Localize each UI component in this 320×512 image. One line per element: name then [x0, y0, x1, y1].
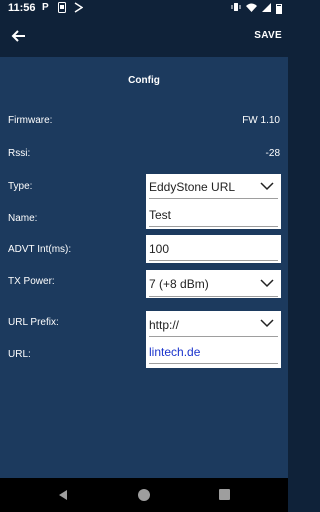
app-bar: SAVE	[0, 17, 288, 57]
name-underline	[149, 226, 278, 227]
tx-power-label: TX Power:	[8, 276, 55, 287]
url-prefix-selected-value: http://	[149, 318, 180, 332]
rssi-value: -28	[265, 148, 280, 159]
name-label: Name:	[8, 213, 38, 224]
nav-back-icon[interactable]	[57, 489, 69, 501]
advt-input-value: 100	[149, 242, 170, 256]
type-label: Type:	[8, 181, 33, 192]
status-bar: 11:56 P	[0, 0, 288, 17]
page-title: Config	[128, 75, 160, 86]
chevron-down-icon	[260, 182, 274, 191]
status-icons	[231, 2, 282, 15]
url-field[interactable]: lintech.de	[146, 338, 281, 368]
type-select[interactable]: EddyStone URL	[146, 174, 281, 200]
chevron-down-icon	[260, 319, 274, 328]
url-underline	[149, 363, 278, 364]
tx-power-underline	[149, 296, 278, 297]
download-icon	[74, 2, 84, 16]
system-nav-bar	[0, 478, 288, 512]
nav-recents-icon[interactable]	[219, 489, 230, 500]
type-underline	[149, 198, 278, 199]
url-input-value: lintech.de	[149, 345, 201, 359]
advt-label: ADVT Int(ms):	[8, 244, 72, 255]
name-input-value: Test	[149, 208, 172, 222]
nav-home-icon[interactable]	[138, 489, 150, 501]
tx-power-select[interactable]: 7 (+8 dBm)	[146, 270, 281, 298]
battery-icon	[276, 3, 282, 14]
url-label: URL:	[8, 349, 31, 360]
parking-icon: P	[42, 2, 49, 13]
url-prefix-select[interactable]: http://	[146, 311, 281, 338]
advt-underline	[149, 260, 278, 261]
chevron-down-icon	[260, 279, 274, 288]
back-arrow-icon[interactable]	[8, 25, 30, 47]
signal-icon	[262, 2, 271, 15]
status-time: 11:56	[8, 2, 36, 14]
rssi-label: Rssi:	[8, 148, 31, 159]
name-field[interactable]: Test	[146, 200, 281, 229]
url-prefix-label: URL Prefix:	[8, 317, 59, 328]
firmware-value: FW 1.10	[242, 115, 280, 126]
vibrate-icon	[231, 2, 241, 15]
config-panel: Config Firmware: FW 1.10 Rssi: -28 Type:…	[0, 57, 288, 478]
firmware-label: Firmware:	[8, 115, 53, 126]
advt-field[interactable]: 100	[146, 235, 281, 263]
save-button[interactable]: SAVE	[254, 30, 282, 41]
sim-icon	[58, 2, 66, 16]
wifi-icon	[246, 3, 257, 15]
type-selected-value: EddyStone URL	[149, 180, 236, 194]
url-prefix-underline	[149, 336, 278, 337]
tx-power-selected-value: 7 (+8 dBm)	[149, 277, 209, 291]
